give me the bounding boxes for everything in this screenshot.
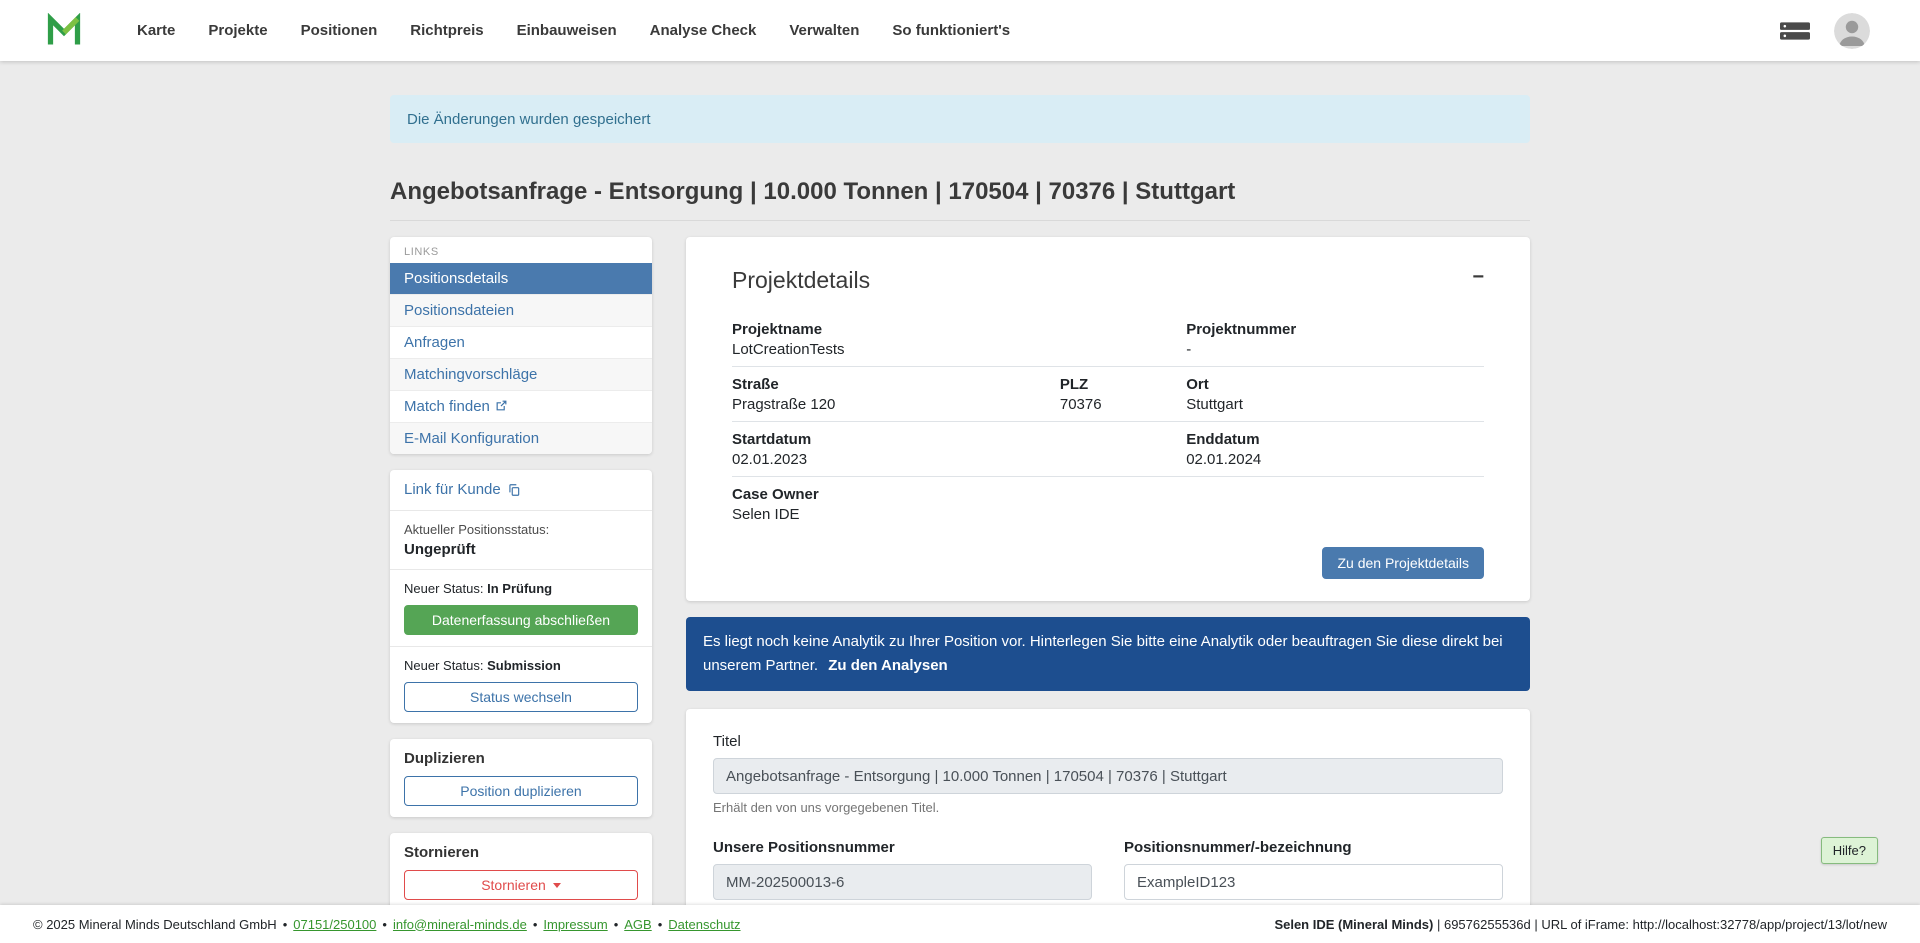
sidebar-item-match-finden[interactable]: Match finden	[390, 391, 652, 423]
top-navbar: Karte Projekte Positionen Richtpreis Ein…	[0, 0, 1920, 61]
nav-item-positionen[interactable]: Positionen	[301, 22, 378, 39]
navbar-right	[1780, 13, 1870, 49]
server-icon[interactable]	[1780, 20, 1810, 42]
new-status-line-2: Neuer Status: Submission	[404, 658, 638, 673]
field-case-owner: Case Owner Selen IDE	[732, 486, 1484, 523]
our-number-label: Unsere Positionsnummer	[713, 839, 1092, 856]
field-projektnummer: Projektnummer -	[1186, 321, 1484, 358]
titel-helper: Erhält den von uns vorgegebenen Titel.	[713, 800, 1503, 815]
nav-item-so-funktionierts[interactable]: So funktioniert's	[892, 22, 1010, 39]
project-details-title: Projektdetails	[732, 267, 870, 294]
duplicate-title: Duplizieren	[404, 750, 638, 767]
links-header: LINKS	[390, 237, 652, 263]
footer-agb-link[interactable]: AGB	[624, 917, 651, 932]
alert-message: Die Änderungen wurden gespeichert	[407, 111, 651, 128]
sidebar-item-positionsdateien[interactable]: Positionsdateien	[390, 295, 652, 327]
separator: •	[283, 917, 288, 932]
collapse-icon[interactable]: −	[1472, 267, 1484, 287]
customer-link-label: Link für Kunde	[404, 481, 501, 498]
separator: •	[382, 917, 387, 932]
footer-user: Selen IDE (Mineral Minds)	[1274, 917, 1433, 932]
custom-number-label: Positionsnummer/-bezeichnung	[1124, 839, 1503, 856]
new-status-prefix-2: Neuer Status:	[404, 658, 484, 673]
customer-link[interactable]: Link für Kunde	[404, 481, 521, 498]
separator: •	[614, 917, 619, 932]
separator: •	[658, 917, 663, 932]
duplicate-position-button[interactable]: Position duplizieren	[404, 776, 638, 806]
project-fields: Projektname LotCreationTests Projektnumm…	[732, 312, 1484, 531]
footer-impressum-link[interactable]: Impressum	[543, 917, 607, 932]
footer-left: © 2025 Mineral Minds Deutschland GmbH • …	[33, 917, 741, 932]
cancel-dropdown-button[interactable]: Stornieren	[404, 870, 638, 900]
sidebar-link-list: Positionsdetails Positionsdateien Anfrag…	[390, 263, 652, 454]
our-number-input	[713, 864, 1092, 900]
complete-data-entry-button[interactable]: Datenerfassung abschließen	[404, 605, 638, 635]
nav-item-richtpreis[interactable]: Richtpreis	[410, 22, 483, 39]
nav-item-einbauweisen[interactable]: Einbauweisen	[517, 22, 617, 39]
copyright-text: © 2025 Mineral Minds Deutschland GmbH	[33, 917, 277, 932]
main-nav: Karte Projekte Positionen Richtpreis Ein…	[137, 22, 1043, 39]
project-details-card: Projektdetails − Projektname LotCreation…	[686, 237, 1530, 601]
footer-email-link[interactable]: info@mineral-minds.de	[393, 917, 527, 932]
new-status-value-2: Submission	[487, 658, 561, 673]
custom-number-input[interactable]	[1124, 864, 1503, 900]
mineral-minds-logo-icon[interactable]	[46, 13, 82, 49]
caret-down-icon	[553, 883, 561, 888]
field-plz: PLZ 70376	[1060, 376, 1186, 413]
new-status-line-1: Neuer Status: In Prüfung	[404, 581, 638, 596]
titel-input	[713, 758, 1503, 794]
nav-item-karte[interactable]: Karte	[137, 22, 175, 39]
field-startdatum: Startdatum 02.01.2023	[732, 431, 1186, 468]
user-avatar-icon[interactable]	[1834, 13, 1870, 49]
external-link-icon	[495, 399, 508, 412]
to-analyses-link[interactable]: Zu den Analysen	[828, 657, 947, 674]
separator: •	[533, 917, 538, 932]
sidebar-item-matchingvorschlaege[interactable]: Matchingvorschläge	[390, 359, 652, 391]
field-projektname: Projektname LotCreationTests	[732, 321, 1186, 358]
current-status-value: Ungeprüft	[404, 541, 638, 558]
new-status-value-1: In Prüfung	[487, 581, 552, 596]
to-project-details-button[interactable]: Zu den Projektdetails	[1322, 547, 1484, 579]
footer-datenschutz-link[interactable]: Datenschutz	[668, 917, 740, 932]
field-strasse: Straße Pragstraße 120	[732, 376, 1060, 413]
duplicate-card: Duplizieren Position duplizieren	[390, 739, 652, 817]
page-title: Angebotsanfrage - Entsorgung | 10.000 To…	[390, 178, 1530, 221]
field-enddatum: Enddatum 02.01.2024	[1186, 431, 1484, 468]
current-status-label: Aktueller Positionsstatus:	[404, 522, 638, 537]
switch-status-button[interactable]: Status wechseln	[404, 682, 638, 712]
sidebar-item-email-konfiguration[interactable]: E-Mail Konfiguration	[390, 423, 652, 454]
new-status-prefix: Neuer Status:	[404, 581, 484, 596]
copy-icon	[507, 483, 521, 497]
save-success-alert: Die Änderungen wurden gespeichert	[390, 95, 1530, 143]
footer-session-details: | 69576255536d | URL of iFrame: http://l…	[1437, 917, 1887, 932]
analytics-banner-text: Es liegt noch keine Analytik zu Ihrer Po…	[703, 633, 1503, 674]
sidebar-item-anfragen[interactable]: Anfragen	[390, 327, 652, 359]
footer: © 2025 Mineral Minds Deutschland GmbH • …	[0, 905, 1920, 943]
nav-item-analyse-check[interactable]: Analyse Check	[650, 22, 757, 39]
cancel-title: Stornieren	[404, 844, 638, 861]
nav-item-verwalten[interactable]: Verwalten	[789, 22, 859, 39]
links-card: LINKS Positionsdetails Positionsdateien …	[390, 237, 652, 454]
cancel-button-label: Stornieren	[481, 877, 546, 893]
analytics-banner: Es liegt noch keine Analytik zu Ihrer Po…	[686, 617, 1530, 691]
sidebar: LINKS Positionsdetails Positionsdateien …	[390, 237, 652, 927]
match-finden-label: Match finden	[404, 398, 490, 415]
footer-session-info: Selen IDE (Mineral Minds) | 69576255536d…	[1274, 917, 1887, 932]
nav-item-projekte[interactable]: Projekte	[208, 22, 267, 39]
footer-phone-link[interactable]: 07151/250100	[293, 917, 376, 932]
help-button[interactable]: Hilfe?	[1821, 837, 1878, 864]
status-card: Link für Kunde Aktueller Positionsstatus…	[390, 470, 652, 723]
cancel-card: Stornieren Stornieren	[390, 833, 652, 911]
main-content: Projektdetails − Projektname LotCreation…	[686, 237, 1530, 943]
field-ort: Ort Stuttgart	[1186, 376, 1484, 413]
sidebar-item-positionsdetails[interactable]: Positionsdetails	[390, 263, 652, 295]
titel-label: Titel	[713, 733, 1503, 750]
